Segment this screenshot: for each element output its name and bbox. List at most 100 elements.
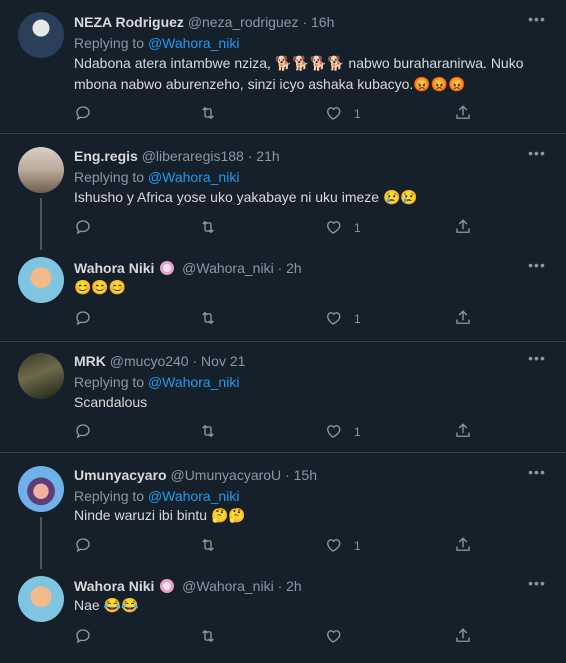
reply-button[interactable] [74, 422, 92, 442]
tweet-text-line: Nae 😂😂 [74, 597, 139, 613]
share-icon [456, 423, 470, 437]
author-name[interactable]: Wahora Niki [74, 260, 154, 276]
timestamp[interactable]: 2h [286, 260, 302, 276]
tweet[interactable]: Wahora Niki @Wahora_niki · 2h ••• 😊😊😊 1 [0, 246, 566, 341]
tweet-text-line: mbona nabwo aburenzeho, sinzi icyo ashak… [74, 76, 466, 92]
tweet-actions [74, 627, 494, 647]
more-options-icon[interactable]: ••• [528, 12, 546, 32]
author-handle[interactable]: @mucyo240 [110, 353, 189, 369]
tweet[interactable]: MRK @mucyo240 · Nov 21 ••• Replying to @… [0, 342, 566, 452]
tweet-text-line: Ninde waruzi ibi bintu 🤔🤔 [74, 507, 246, 523]
replying-to: Replying to @Wahora_niki [74, 169, 239, 185]
share-button[interactable] [454, 627, 472, 647]
like-button[interactable]: 1 [324, 309, 361, 329]
separator-dot: · [247, 148, 253, 164]
replying-prefix: Replying to [74, 488, 148, 504]
share-button[interactable] [454, 104, 472, 124]
tweet[interactable]: Umunyacyaro @UmunyacyaroU · 15h ••• Repl… [0, 453, 566, 569]
tweet-header: Umunyacyaro @UmunyacyaroU · 15h [74, 466, 317, 484]
replying-to: Replying to @Wahora_niki [74, 374, 239, 390]
avatar[interactable] [18, 147, 64, 193]
avatar[interactable] [18, 576, 64, 622]
separator-dot: · [277, 260, 283, 276]
mention-link[interactable]: @Wahora_niki [148, 35, 240, 51]
more-options-icon[interactable]: ••• [528, 465, 546, 485]
like-button[interactable]: 1 [324, 536, 361, 556]
avatar[interactable] [18, 466, 64, 512]
retweet-icon [202, 106, 214, 120]
tweet-text-line: Ishusho y Africa yose uko yakabaye ni uk… [74, 189, 418, 205]
like-button[interactable] [324, 627, 354, 647]
separator-dot: · [192, 353, 198, 369]
avatar[interactable] [18, 353, 64, 399]
avatar[interactable] [18, 12, 64, 58]
share-button[interactable] [454, 422, 472, 442]
tweet[interactable]: NEZA Rodriguez @neza_rodriguez · 16h •••… [0, 0, 566, 133]
thread-line [40, 198, 42, 250]
retweet-button[interactable] [199, 104, 217, 124]
reply-button[interactable] [74, 218, 92, 238]
like-count: 1 [354, 539, 361, 553]
like-button[interactable]: 1 [324, 422, 361, 442]
retweet-button[interactable] [199, 422, 217, 442]
share-button[interactable] [454, 218, 472, 238]
author-name[interactable]: NEZA Rodriguez [74, 14, 184, 30]
share-icon [456, 105, 470, 119]
replying-prefix: Replying to [74, 169, 148, 185]
author-handle[interactable]: @UmunyacyaroU [170, 467, 281, 483]
tweet-actions: 1 [74, 422, 494, 442]
timestamp[interactable]: 2h [286, 578, 302, 594]
tweet-actions: 1 [74, 309, 494, 329]
author-handle[interactable]: @neza_rodriguez [188, 14, 299, 30]
mention-link[interactable]: @Wahora_niki [148, 374, 240, 390]
reply-button[interactable] [74, 627, 92, 647]
author-name[interactable]: Eng.regis [74, 148, 138, 164]
author-name[interactable]: Umunyacyaro [74, 467, 167, 483]
separator-dot: · [285, 467, 290, 483]
reply-button[interactable] [74, 536, 92, 556]
heart-icon [327, 107, 341, 120]
author-handle[interactable]: @Wahora_niki [182, 578, 274, 594]
tweet[interactable]: Wahora Niki @Wahora_niki · 2h ••• Nae 😂😂 [0, 565, 566, 663]
heart-icon [327, 312, 341, 325]
tweet-text: Ishusho y Africa yose uko yakabaye ni uk… [74, 187, 544, 208]
more-options-icon[interactable]: ••• [528, 146, 546, 166]
mention-link[interactable]: @Wahora_niki [148, 169, 240, 185]
author-handle[interactable]: @liberaregis188 [142, 148, 244, 164]
reply-button[interactable] [74, 104, 92, 124]
reply-icon [76, 311, 90, 326]
verified-badge-icon [160, 579, 175, 593]
retweet-button[interactable] [199, 627, 217, 647]
retweet-icon [202, 220, 214, 234]
timestamp[interactable]: 21h [256, 148, 279, 164]
timestamp[interactable]: Nov 21 [201, 353, 245, 369]
mention-link[interactable]: @Wahora_niki [148, 488, 240, 504]
thread-line [40, 517, 42, 569]
author-name[interactable]: Wahora Niki [74, 578, 154, 594]
more-options-icon[interactable]: ••• [528, 576, 546, 596]
like-button[interactable]: 1 [324, 218, 361, 238]
timestamp[interactable]: 16h [311, 14, 334, 30]
like-button[interactable]: 1 [324, 104, 361, 124]
share-button[interactable] [454, 309, 472, 329]
tweet-header: Wahora Niki @Wahora_niki · 2h [74, 259, 302, 277]
more-options-icon[interactable]: ••• [528, 351, 546, 371]
retweet-button[interactable] [199, 218, 217, 238]
tweet-text-line: Scandalous [74, 394, 148, 410]
share-button[interactable] [454, 536, 472, 556]
tweet-actions: 1 [74, 218, 494, 238]
tweet-header: MRK @mucyo240 · Nov 21 [74, 352, 245, 370]
reply-button[interactable] [74, 309, 92, 329]
timestamp[interactable]: 15h [294, 467, 317, 483]
verified-badge-icon [160, 261, 175, 275]
author-name[interactable]: MRK [74, 353, 106, 369]
more-options-icon[interactable]: ••• [528, 258, 546, 278]
heart-icon [327, 221, 341, 234]
tweet[interactable]: Eng.regis @liberaregis188 · 21h ••• Repl… [0, 134, 566, 250]
author-handle[interactable]: @Wahora_niki [182, 260, 274, 276]
tweet-actions: 1 [74, 104, 494, 124]
retweet-button[interactable] [199, 536, 217, 556]
avatar[interactable] [18, 257, 64, 303]
heart-icon [327, 539, 341, 552]
retweet-button[interactable] [199, 309, 217, 329]
